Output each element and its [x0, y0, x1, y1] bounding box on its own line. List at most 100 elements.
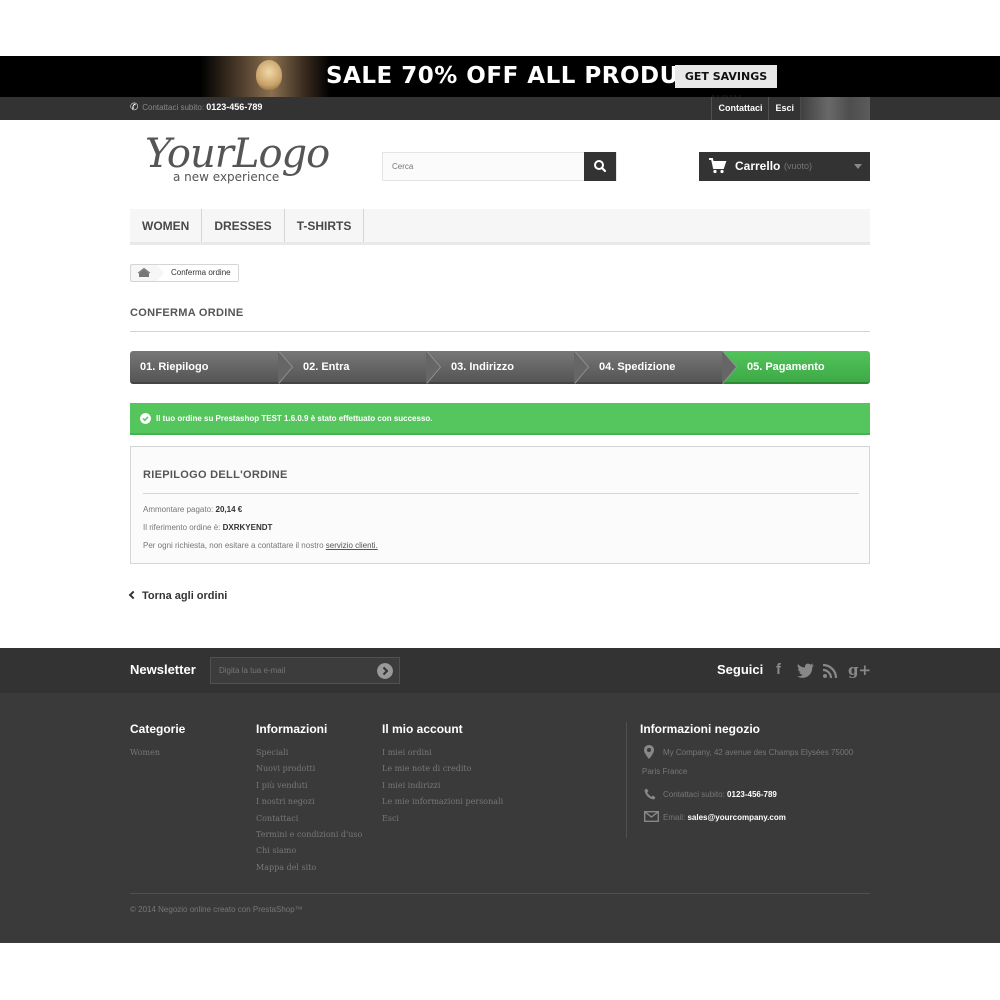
footer-account: Il mio account I miei ordini Le mie note… — [382, 722, 503, 827]
contact-label: Contattaci subito: — [142, 103, 205, 112]
ref-label: Il riferimento ordine è: — [143, 523, 221, 532]
chevron-left-icon — [128, 590, 138, 600]
store-info-title: Informazioni negozio — [640, 722, 760, 736]
footer-link[interactable]: Le mie note di credito — [382, 761, 503, 777]
menu-item-dresses[interactable]: DRESSES — [202, 209, 285, 242]
footer-categories: Categorie Women — [130, 722, 185, 761]
footer-link[interactable]: Chi siamo — [256, 843, 362, 859]
arrow-right-circle-icon[interactable] — [377, 663, 393, 679]
search-box — [382, 152, 617, 181]
footer-link[interactable]: Contattaci — [256, 811, 362, 827]
step-shipping[interactable]: 04. Spedizione — [574, 351, 737, 384]
success-alert: Il tuo ordine su Prestashop TEST 1.6.0.9… — [130, 403, 870, 435]
chevron-down-icon — [854, 164, 862, 169]
step-label: 01. Riepilogo — [140, 361, 209, 373]
footer-store-info: Informazioni negozio My Company, 42 aven… — [626, 722, 870, 838]
footer-link[interactable]: I miei ordini — [382, 745, 503, 761]
footer-link[interactable]: Speciali — [256, 745, 362, 761]
contact-link[interactable]: Contattaci — [711, 97, 768, 120]
cart-status: (vuoto) — [784, 161, 813, 171]
search-icon — [594, 160, 607, 173]
logout-link[interactable]: Esci — [768, 97, 800, 120]
checkout-steps: 01. Riepilogo 02. Entra 03. Indirizzo 04… — [130, 351, 870, 384]
step-login[interactable]: 02. Entra — [278, 351, 441, 384]
top-contact: ✆ Contattaci subito: 0123-456-789 — [130, 102, 262, 113]
cart-label: Carrello — [735, 159, 781, 173]
page: SALE 70% OFF ALL PRODUCTS GET SAVINGS NO… — [0, 0, 1000, 1000]
store-email: Email: sales@yourcompany.com — [663, 813, 786, 822]
top-bar: ✆ Contattaci subito: 0123-456-789 Contat… — [0, 97, 1000, 120]
order-summary-box: RIEPILOGO DELL'ORDINE Ammontare pagato: … — [130, 446, 870, 564]
footer-link[interactable]: Termini e condizioni d'uso — [256, 827, 362, 843]
get-savings-button[interactable]: GET SAVINGS NOW — [675, 65, 777, 106]
twitter-icon[interactable] — [797, 663, 815, 678]
search-button[interactable] — [584, 152, 616, 181]
newsletter-bar: Newsletter Seguici f g+ — [0, 648, 1000, 693]
facebook-icon[interactable]: f — [776, 661, 781, 678]
follow-us-title: Seguici — [717, 662, 764, 677]
banner-model-image — [200, 56, 330, 97]
menu-item-tshirts[interactable]: T-SHIRTS — [285, 209, 365, 242]
search-input[interactable] — [383, 153, 585, 180]
footer-link[interactable]: I miei indirizzi — [382, 778, 503, 794]
store-phone-number: 0123-456-789 — [727, 790, 777, 799]
help-line: Per ogni richiesta, non esitare a contat… — [143, 541, 378, 550]
newsletter-field — [210, 657, 400, 684]
top-nav: Contattaci Esci — [711, 97, 870, 120]
cart-icon — [709, 158, 727, 174]
phone-icon: ✆ — [130, 102, 139, 113]
amount-value: 20,14 € — [215, 505, 243, 514]
store-address-line1: My Company, 42 avenue des Champs Elysées… — [663, 748, 854, 757]
step-label: 02. Entra — [303, 361, 350, 373]
store-phone: Contattaci subito: 0123-456-789 — [663, 790, 777, 799]
step-address[interactable]: 03. Indirizzo — [426, 351, 589, 384]
help-text: Per ogni richiesta, non esitare a contat… — [143, 541, 324, 550]
rss-icon[interactable] — [823, 664, 837, 678]
store-email-link[interactable]: sales@yourcompany.com — [687, 813, 785, 822]
step-label: 03. Indirizzo — [451, 361, 514, 373]
check-circle-icon — [140, 413, 151, 424]
breadcrumb-current: Conferma ordine — [157, 265, 238, 281]
back-to-orders-link[interactable]: Torna agli ordini — [128, 590, 228, 602]
customer-service-link[interactable]: servizio clienti. — [326, 541, 378, 550]
envelope-icon — [644, 811, 659, 822]
store-email-label: Email: — [663, 813, 686, 822]
contact-phone: 0123-456-789 — [206, 102, 263, 112]
newsletter-email-input[interactable] — [211, 658, 371, 683]
google-plus-icon[interactable]: g+ — [848, 661, 871, 679]
footer-information-title: Informazioni — [256, 722, 328, 736]
step-label: 05. Pagamento — [747, 361, 825, 373]
footer-link[interactable]: Nuovi prodotti — [256, 761, 362, 777]
store-address-line2: Paris France — [642, 767, 688, 776]
site-logo[interactable]: YourLogo a new experience — [145, 132, 330, 188]
step-label: 04. Spedizione — [599, 361, 676, 373]
footer-categories-title: Categorie — [130, 722, 186, 736]
main-menu: WOMEN DRESSES T-SHIRTS — [130, 209, 870, 245]
cart-button[interactable]: Carrello (vuoto) — [699, 152, 870, 181]
breadcrumb-home[interactable] — [131, 265, 157, 281]
footer-link[interactable]: Le mie informazioni personali — [382, 794, 503, 810]
account-name-link[interactable] — [800, 97, 870, 120]
menu-item-women[interactable]: WOMEN — [130, 209, 203, 242]
footer-link[interactable]: Esci — [382, 811, 503, 827]
breadcrumb: Conferma ordine — [130, 264, 239, 282]
footer-link[interactable]: Mappa del sito — [256, 860, 362, 876]
footer-account-title: Il mio account — [382, 722, 463, 736]
map-marker-icon — [644, 745, 654, 759]
footer-link[interactable]: Women — [130, 745, 185, 761]
success-message: Il tuo ordine su Prestashop TEST 1.6.0.9… — [156, 414, 433, 423]
amount-paid: Ammontare pagato: 20,14 € — [143, 505, 242, 514]
home-icon — [137, 267, 151, 277]
summary-title: RIEPILOGO DELL'ORDINE — [143, 469, 859, 494]
banner-headline: SALE 70% OFF ALL PRODUCTS — [326, 63, 730, 89]
back-label: Torna agli ordini — [142, 590, 228, 602]
promo-banner[interactable]: SALE 70% OFF ALL PRODUCTS GET SAVINGS NO… — [0, 56, 1000, 106]
logo-tagline: a new experience — [173, 170, 280, 184]
phone-icon — [644, 788, 656, 800]
ref-value: DXRKYENDT — [222, 523, 273, 532]
step-payment: 05. Pagamento — [722, 351, 870, 384]
step-summary[interactable]: 01. Riepilogo — [130, 351, 293, 384]
order-reference: Il riferimento ordine è: DXRKYENDT — [143, 523, 272, 532]
footer-link[interactable]: I nostri negozi — [256, 794, 362, 810]
footer-link[interactable]: I più venduti — [256, 778, 362, 794]
